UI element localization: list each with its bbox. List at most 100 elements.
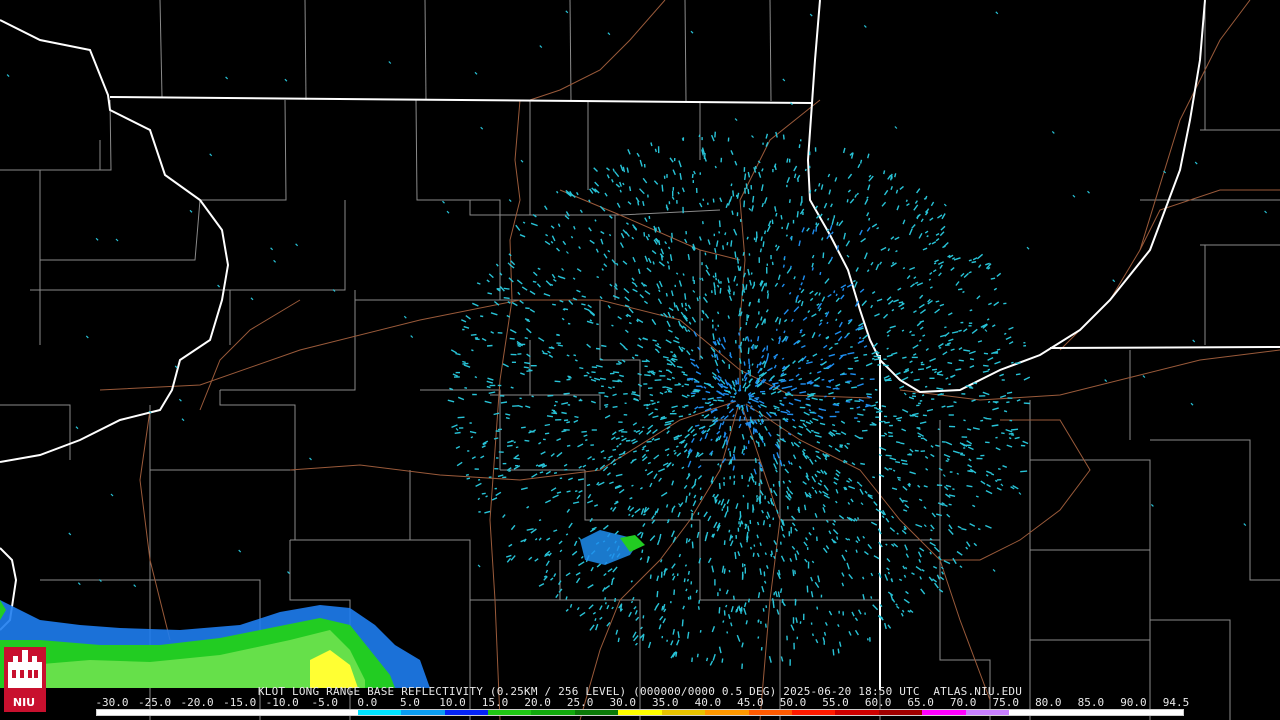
echo-pixel bbox=[790, 394, 794, 397]
echo-pixel bbox=[691, 657, 693, 663]
echo-pixel bbox=[538, 519, 542, 522]
echo-pixel bbox=[826, 385, 832, 389]
echo-pixel bbox=[935, 444, 940, 447]
echo-pixel bbox=[694, 424, 700, 427]
echo-pixel bbox=[610, 579, 614, 586]
echo-pixel bbox=[666, 388, 671, 392]
echo-pixel bbox=[747, 525, 750, 532]
echo-pixel bbox=[768, 379, 773, 382]
echo-pixel bbox=[611, 324, 614, 327]
echo-pixel bbox=[696, 653, 699, 658]
echo-pixel bbox=[883, 364, 889, 367]
echo-pixel bbox=[897, 476, 901, 479]
echo-pixel bbox=[827, 217, 830, 221]
echo-pixel bbox=[682, 273, 685, 276]
echo-pixel bbox=[661, 184, 664, 192]
echo-pixel bbox=[885, 543, 888, 546]
colorbar-segment bbox=[705, 710, 749, 715]
echo-pixel bbox=[788, 199, 791, 204]
echo-pixel bbox=[738, 332, 741, 336]
echo-pixel bbox=[722, 620, 725, 623]
echo-pixel bbox=[742, 452, 745, 456]
echo-pixel bbox=[508, 469, 511, 472]
echo-pixel bbox=[721, 658, 724, 663]
echo-pixel bbox=[726, 241, 729, 246]
colorbar-segment bbox=[183, 710, 228, 715]
echo-pixel bbox=[718, 220, 721, 228]
echo-pixel bbox=[500, 401, 508, 404]
colorbar-label: 60.0 bbox=[864, 696, 892, 709]
echo-pixel bbox=[977, 528, 981, 531]
echo-pixel bbox=[566, 354, 570, 357]
echo-pixel bbox=[539, 471, 544, 474]
echo-pixel bbox=[887, 431, 893, 434]
echo-pixel bbox=[681, 302, 684, 308]
echo-pixel bbox=[712, 399, 717, 402]
echo-pixel bbox=[565, 596, 568, 600]
echo-pixel bbox=[973, 382, 978, 385]
echo-pixel bbox=[933, 262, 937, 265]
echo-pixel bbox=[661, 605, 664, 611]
echo-pixel bbox=[586, 483, 591, 487]
echo-pixel bbox=[812, 527, 815, 531]
echo-pixel bbox=[975, 495, 979, 498]
echo-pixel bbox=[895, 461, 901, 464]
echo-pixel bbox=[747, 598, 751, 603]
echo-pixel bbox=[819, 271, 822, 276]
echo-pixel bbox=[696, 297, 699, 302]
echo-pixel bbox=[719, 287, 722, 294]
echo-pixel bbox=[596, 275, 600, 279]
echo-pixel bbox=[607, 458, 610, 461]
echo-pixel bbox=[667, 246, 671, 250]
echo-pixel bbox=[695, 589, 698, 594]
echo-pixel bbox=[918, 368, 925, 371]
echo-pixel bbox=[690, 449, 693, 453]
echo-pixel bbox=[725, 436, 728, 442]
echo-pixel bbox=[712, 198, 715, 203]
echo-pixel bbox=[746, 236, 749, 240]
echo-pixel bbox=[894, 173, 897, 178]
echo-pixel bbox=[745, 284, 748, 290]
echo-pixel bbox=[1001, 432, 1005, 435]
echo-pixel bbox=[681, 619, 684, 627]
echo-pixel bbox=[644, 469, 648, 472]
colorbar-label: 65.0 bbox=[907, 696, 934, 709]
echo-pixel bbox=[739, 266, 742, 272]
echo-pixel bbox=[897, 478, 901, 482]
echo-pixel bbox=[465, 473, 469, 476]
echo-pixel bbox=[775, 212, 778, 217]
colorbar-segment bbox=[922, 710, 966, 715]
echo-pixel bbox=[628, 186, 632, 192]
echo-pixel bbox=[698, 406, 704, 409]
echo-pixel bbox=[726, 631, 729, 634]
colorbar-label: -25.0 bbox=[137, 696, 172, 709]
echo-pixel bbox=[658, 370, 663, 373]
echo-pixel bbox=[874, 358, 880, 361]
echo-pixel bbox=[853, 356, 859, 359]
echo-pixel bbox=[754, 428, 757, 433]
echo-pixel bbox=[816, 606, 819, 610]
echo-pixel bbox=[547, 394, 554, 397]
echo-pixel bbox=[758, 496, 761, 502]
echo-pixel bbox=[617, 637, 620, 643]
echo-pixel bbox=[953, 401, 957, 404]
echo-pixel bbox=[836, 402, 840, 405]
echo-pixel bbox=[454, 431, 461, 434]
echo-pixel bbox=[962, 290, 965, 294]
echo-pixel bbox=[787, 385, 793, 388]
echo-pixel bbox=[687, 253, 690, 261]
echo-pixel bbox=[932, 368, 938, 371]
echo-pixel bbox=[771, 261, 774, 266]
echo-pixel bbox=[752, 552, 755, 557]
echo-pixel bbox=[612, 380, 620, 383]
echo-pixel bbox=[675, 445, 679, 448]
colorbar-segment bbox=[1009, 710, 1053, 715]
echo-pixel bbox=[902, 356, 907, 359]
colorbar-segment bbox=[1096, 710, 1140, 715]
echo-pixel bbox=[782, 464, 786, 467]
echo-pixel bbox=[738, 345, 741, 349]
echo-pixel bbox=[966, 485, 973, 488]
echo-pixel bbox=[728, 529, 731, 533]
colorbar-label: 75.0 bbox=[992, 696, 1020, 709]
echo-pixel bbox=[594, 618, 597, 622]
